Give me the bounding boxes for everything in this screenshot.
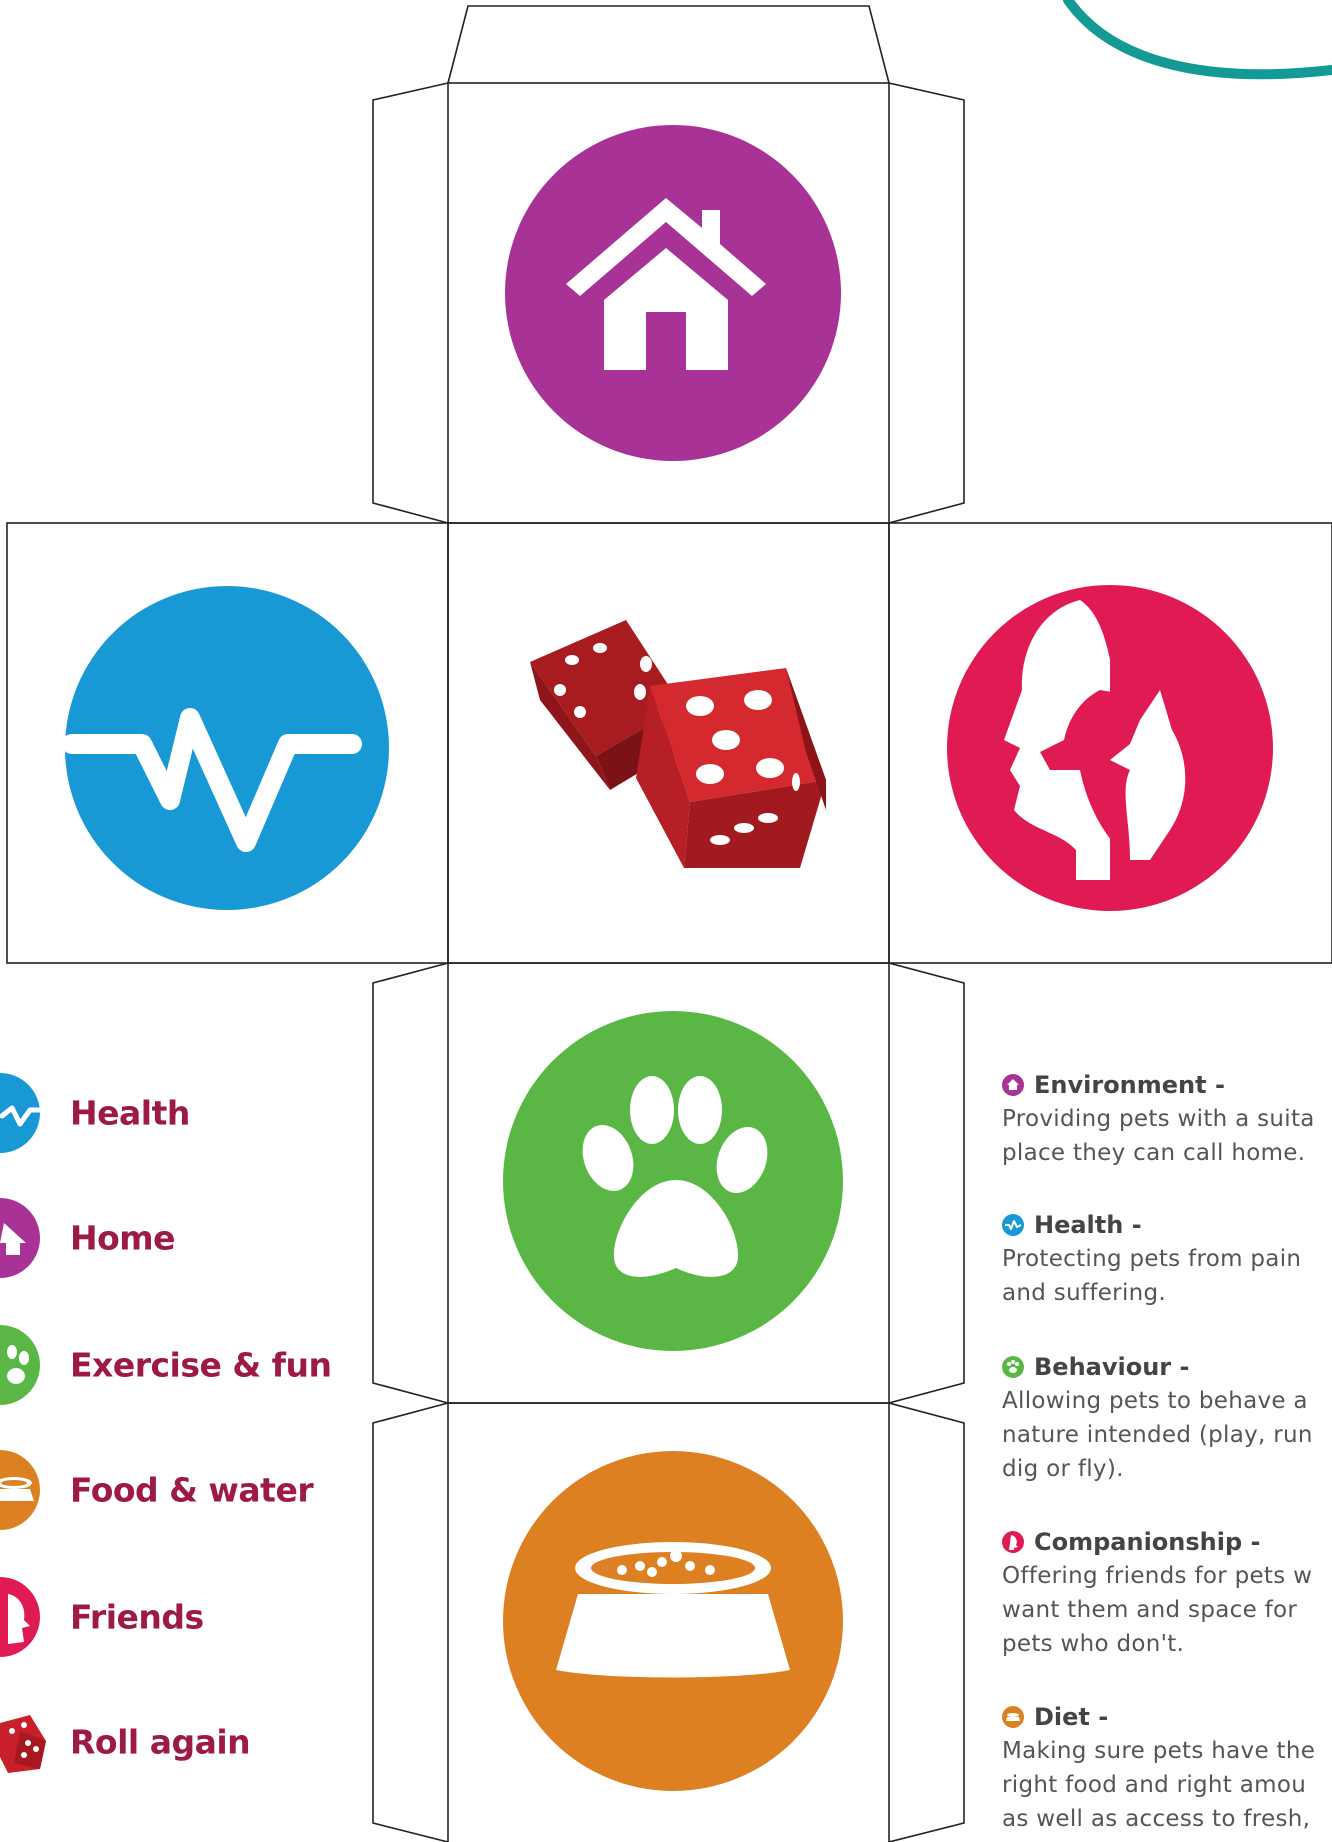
paw-icon xyxy=(0,1325,40,1405)
legend-label-food: Food & water xyxy=(70,1470,314,1510)
dice-icon xyxy=(530,620,826,868)
teal-accent-arc xyxy=(1063,0,1332,80)
info-text-line: dig or fly). xyxy=(1002,1456,1124,1482)
health-icon xyxy=(0,1073,40,1153)
info-title-diet: Diet - xyxy=(1034,1703,1109,1731)
info-text-line: and suffering. xyxy=(1002,1280,1167,1306)
info-health: Health - Protecting pets from pain and s… xyxy=(1002,1208,1332,1310)
info-diet: Diet - Making sure pets have the right f… xyxy=(1002,1700,1332,1836)
info-text-line: as well as access to fresh, xyxy=(1002,1806,1311,1832)
info-text-line: place they can call home. xyxy=(1002,1140,1306,1166)
health-icon xyxy=(1002,1214,1024,1236)
info-text-line: want them and space for xyxy=(1002,1597,1298,1623)
info-environment: Environment - Providing pets with a suit… xyxy=(1002,1068,1332,1170)
face-paw xyxy=(503,1011,843,1351)
legend-label-roll-again: Roll again xyxy=(70,1722,251,1762)
info-text-line: Protecting pets from pain xyxy=(1002,1246,1302,1272)
info-text-line: Allowing pets to behave a xyxy=(1002,1388,1308,1414)
info-title-behaviour: Behaviour - xyxy=(1034,1353,1190,1381)
info-text-line: nature intended (play, run xyxy=(1002,1422,1313,1448)
legend-label-health: Health xyxy=(70,1093,190,1133)
legend-label-exercise: Exercise & fun xyxy=(70,1345,332,1385)
food-bowl-icon xyxy=(0,1450,40,1530)
info-text-line: Providing pets with a suita xyxy=(1002,1106,1315,1132)
legend-label-home: Home xyxy=(70,1218,176,1258)
face-food xyxy=(503,1451,843,1791)
food-bowl-icon xyxy=(1002,1706,1024,1728)
info-title-health: Health - xyxy=(1034,1211,1142,1239)
info-behaviour: Behaviour - Allowing pets to behave a na… xyxy=(1002,1350,1332,1486)
face-dice xyxy=(530,620,826,868)
info-text-line: right food and right amou xyxy=(1002,1772,1307,1798)
info-title-companionship: Companionship - xyxy=(1034,1528,1261,1556)
home-icon xyxy=(0,1198,40,1278)
friends-icon xyxy=(1002,1531,1024,1553)
info-text-line: Offering friends for pets w xyxy=(1002,1563,1313,1589)
food-bowl-icon xyxy=(556,1542,790,1678)
info-text-line: Making sure pets have the xyxy=(1002,1738,1316,1764)
friends-icon xyxy=(0,1577,40,1657)
face-home xyxy=(505,125,841,461)
legend-label-friends: Friends xyxy=(70,1597,204,1637)
info-text-line: pets who don't. xyxy=(1002,1631,1185,1657)
face-health xyxy=(62,586,389,910)
info-title-environment: Environment - xyxy=(1034,1071,1225,1099)
dice-icon xyxy=(0,1715,46,1773)
info-companionship: Companionship - Offering friends for pet… xyxy=(1002,1525,1332,1661)
paw-icon xyxy=(1002,1356,1024,1378)
home-icon xyxy=(1002,1074,1024,1096)
face-friends xyxy=(947,585,1273,911)
